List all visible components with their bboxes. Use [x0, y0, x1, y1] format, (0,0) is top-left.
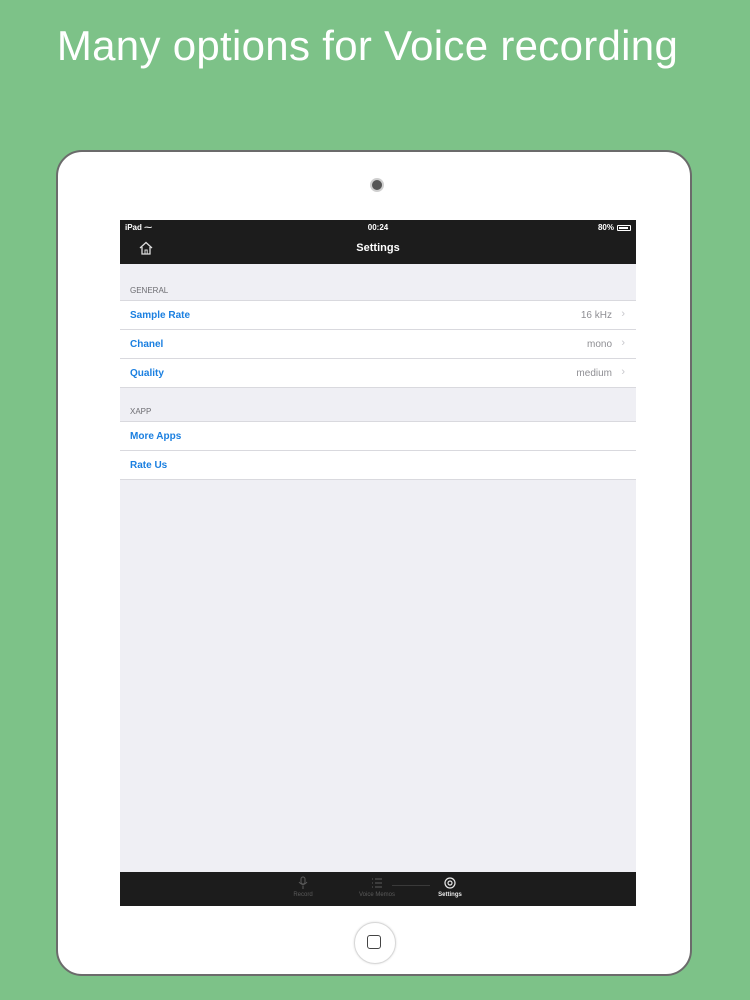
battery-indicator: 80%: [598, 223, 631, 232]
camera: [370, 178, 384, 192]
row-label: Chanel: [130, 339, 164, 350]
ipad-frame: iPad ⁓ 00:24 80% Settings GENERAL Sample…: [56, 150, 692, 976]
list-icon: [372, 878, 382, 888]
tab-label: Record: [293, 892, 313, 898]
settings-row-quality[interactable]: Quality medium ›: [120, 358, 636, 387]
row-value: mono: [586, 339, 612, 350]
battery-icon: [617, 224, 631, 231]
divider: [120, 387, 636, 388]
divider: [120, 479, 636, 480]
row-value: medium: [576, 368, 612, 379]
section-header-general: GENERAL: [130, 286, 169, 295]
microphone-icon: [298, 876, 308, 889]
tab-settings[interactable]: Settings: [410, 876, 490, 898]
home-button[interactable]: [354, 922, 396, 964]
settings-row-more-apps[interactable]: More Apps: [120, 421, 636, 450]
status-time: 00:24: [367, 223, 389, 232]
headline: Many options for Voice recording: [56, 22, 679, 69]
tab-bar: Record Voice Memos Settings: [120, 872, 636, 906]
chevron-right-icon: ›: [621, 337, 625, 349]
section-header-xapp: XAPP: [130, 407, 152, 416]
chevron-right-icon: ›: [621, 308, 625, 320]
chevron-right-icon: ›: [621, 366, 625, 378]
settings-row-chanel[interactable]: Chanel mono ›: [120, 329, 636, 358]
settings-row-sample-rate[interactable]: Sample Rate 16 kHz ›: [120, 300, 636, 329]
row-value: 16 kHz: [580, 310, 612, 321]
gear-icon: [444, 877, 456, 889]
status-bar: iPad ⁓ 00:24 80%: [120, 220, 636, 234]
tab-record[interactable]: Record: [263, 876, 343, 898]
home-button-square-icon: [367, 935, 381, 949]
navigation-bar: Settings: [120, 234, 636, 264]
tab-label: Settings: [438, 892, 462, 898]
battery-percent: 80%: [597, 223, 614, 232]
tab-label: Voice Memos: [358, 892, 395, 898]
app-screen: iPad ⁓ 00:24 80% Settings GENERAL Sample…: [120, 220, 636, 906]
row-label: Rate Us: [130, 460, 168, 471]
tab-voice-memos[interactable]: Voice Memos: [337, 876, 417, 898]
row-label: Quality: [130, 368, 164, 379]
row-label: More Apps: [130, 431, 182, 442]
row-label: Sample Rate: [130, 310, 191, 321]
settings-row-rate-us[interactable]: Rate Us: [120, 450, 636, 479]
page-title: Settings: [356, 242, 400, 254]
